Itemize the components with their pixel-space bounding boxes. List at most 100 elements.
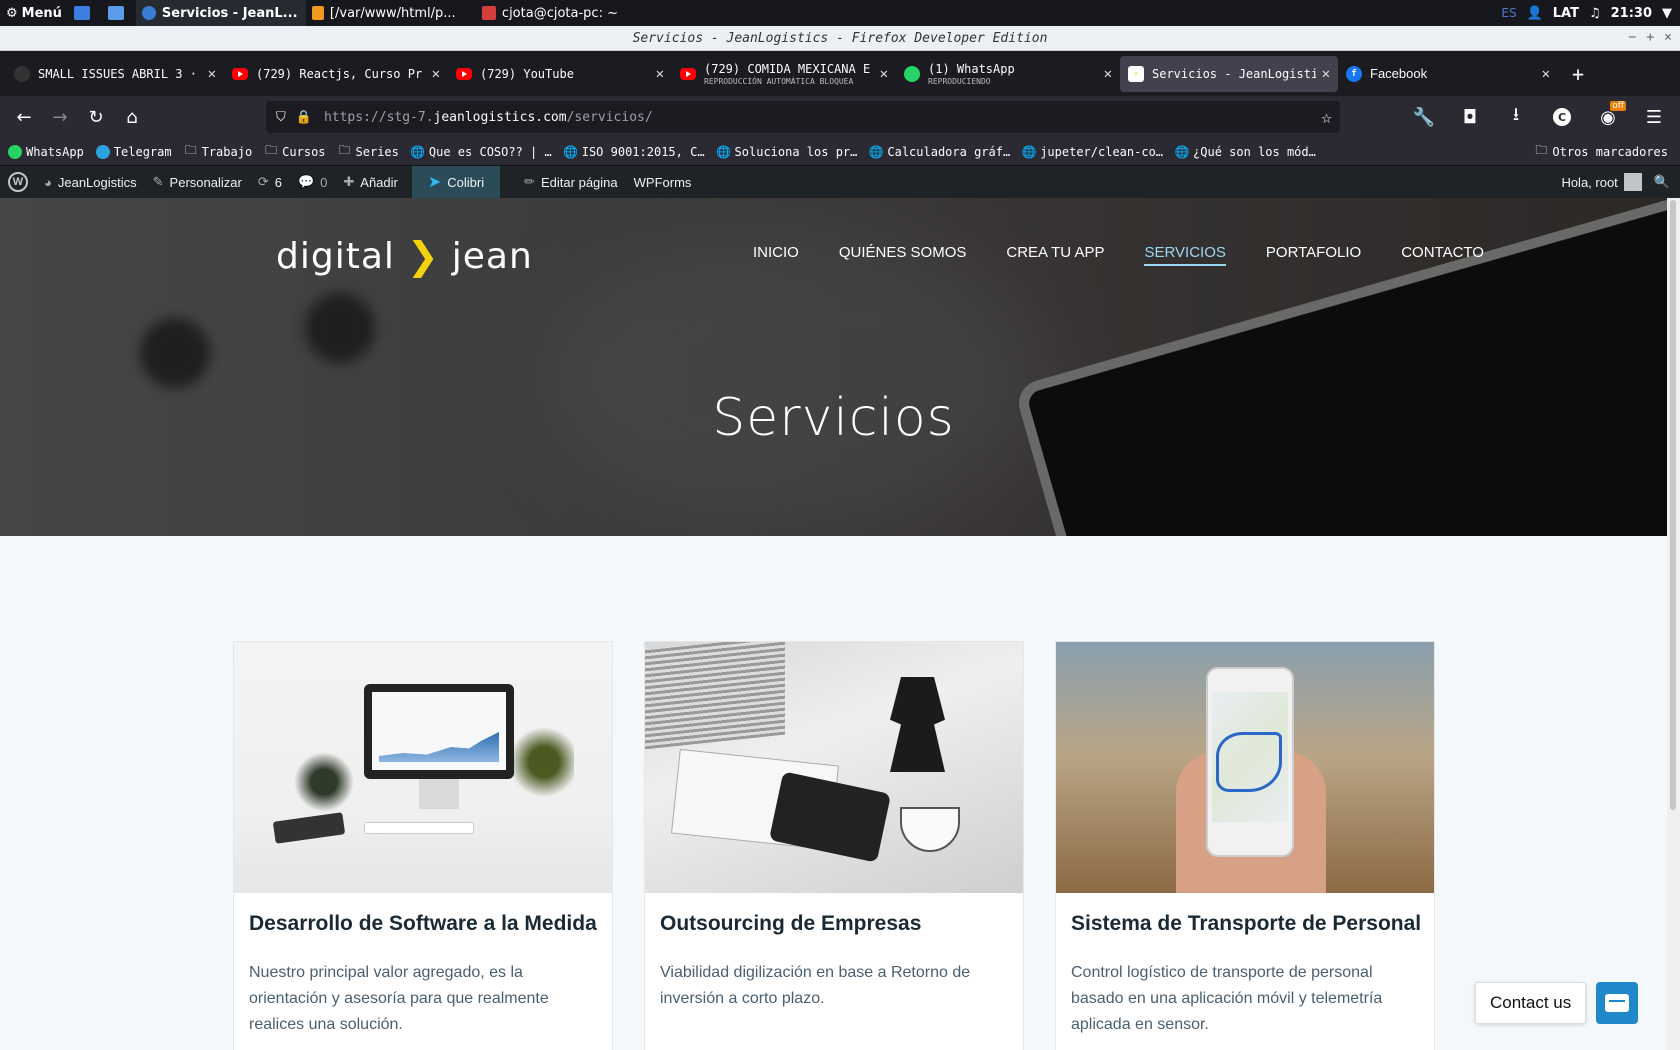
bookmark-folder-trabajo[interactable]: 🗀 Trabajo [184, 143, 253, 159]
close-tab-icon[interactable]: ✕ [1542, 66, 1550, 82]
nav-inicio[interactable]: INICIO [753, 244, 799, 266]
devtools-wrench-icon[interactable]: 🔧 [1406, 101, 1442, 133]
tab-servicios[interactable]: › Servicios - JeanLogisti ✕ [1120, 55, 1338, 92]
close-tab-icon[interactable]: ✕ [432, 66, 440, 82]
tab-youtube[interactable]: (729) YouTube ✕ [448, 56, 672, 92]
wp-search[interactable]: 🔍 [1654, 166, 1670, 198]
music-icon[interactable]: ♫ [1589, 6, 1601, 21]
contact-us-label[interactable]: Contact us [1475, 982, 1587, 1024]
wp-edit-page[interactable]: ✏ Editar página [516, 166, 626, 198]
tab-facebook[interactable]: f Facebook ✕ [1338, 56, 1558, 92]
search-icon: 🔍 [1653, 174, 1670, 189]
folder-icon [107, 6, 124, 20]
tab-text: (729) COMIDA MEXICANA E REPRODUCCIÓN AUTO… [704, 62, 874, 86]
close-tab-icon[interactable]: ✕ [208, 66, 216, 82]
tab-whatsapp[interactable]: (1) WhatsApp REPRODUCIENDO ✕ [896, 56, 1120, 92]
other-bookmarks[interactable]: 🗀 Otros marcadores [1534, 143, 1668, 159]
tab-bar: SMALL ISSUES ABRIL 3 · ✕ (729) Reactjs, … [0, 51, 1680, 96]
bookmark-modulos[interactable]: 🌐 ¿Qué son los mód… [1175, 145, 1316, 159]
bookmark-coso[interactable]: 🌐 Que es COSO?? | … [410, 145, 551, 159]
extension-icon[interactable]: ◉ off [1590, 101, 1626, 133]
tab-jira[interactable]: SMALL ISSUES ABRIL 3 · ✕ [6, 56, 224, 92]
nav-quienes-somos[interactable]: QUIÉNES SOMOS [839, 244, 967, 266]
maximize-button[interactable]: + [1646, 30, 1654, 45]
gear-icon: ⚙ [6, 5, 18, 21]
shield-icon[interactable]: ⛉ [276, 110, 286, 125]
site-logo[interactable]: digital ❯ jean [276, 234, 533, 278]
url-bar[interactable]: ⛉ 🔒 https://stg-7. jeanlogistics.com/serv… [266, 101, 1340, 133]
new-tab-button[interactable]: + [1558, 56, 1598, 92]
scrollbar-thumb[interactable] [1670, 200, 1676, 810]
customize-label: Personalizar [169, 174, 242, 190]
page-title: Servicios [712, 388, 955, 448]
service-card-transporte[interactable]: Sistema de Transporte de Personal Contro… [1055, 641, 1435, 1050]
site-name-label: JeanLogistics [57, 174, 137, 190]
user-icon[interactable]: 👤 [1527, 6, 1543, 21]
close-tab-icon[interactable]: ✕ [1322, 66, 1330, 82]
hero-section: digital ❯ jean INICIO QUIÉNES SOMOS CREA… [0, 198, 1667, 536]
close-tab-icon[interactable]: ✕ [656, 66, 664, 82]
service-card-software[interactable]: Desarrollo de Software a la Medida Nuest… [233, 641, 613, 1050]
bookmark-calculadora[interactable]: 🌐 Calculadora gráf… [869, 145, 1010, 159]
back-button[interactable]: ← [6, 101, 42, 133]
contact-widget[interactable]: Contact us [1475, 982, 1639, 1024]
card-title[interactable]: Desarrollo de Software a la Medida [249, 912, 597, 936]
colibri-bird-icon: ➤ [427, 174, 442, 191]
wp-updates[interactable]: ⟳ 6 [250, 166, 290, 198]
bookmark-telegram[interactable]: Telegram [95, 144, 172, 159]
hamburger-menu-icon[interactable]: ☰ [1636, 101, 1672, 133]
downloads-icon[interactable]: ⭳ [1498, 101, 1534, 133]
bookmark-jupeter[interactable]: 🌐 jupeter/clean-co… [1022, 145, 1163, 159]
wp-my-account[interactable]: Hola, root [1561, 166, 1642, 198]
wp-wpforms[interactable]: WPForms [626, 166, 700, 198]
close-tab-icon[interactable]: ✕ [880, 66, 888, 82]
account-icon[interactable]: C [1544, 101, 1580, 133]
tab-comida-mexicana[interactable]: (729) COMIDA MEXICANA E REPRODUCCIÓN AUTO… [672, 56, 896, 92]
coffee-maker-shape [890, 677, 945, 772]
nav-contacto[interactable]: CONTACTO [1401, 244, 1484, 266]
bookmark-iso[interactable]: 🌐 ISO 9001:2015, C… [563, 145, 704, 159]
taskbar-item-terminal[interactable]: cjota@cjota-pc: ~ [476, 0, 646, 26]
bookmark-soluciona[interactable]: 🌐 Soluciona los pr… [716, 145, 857, 159]
keyboard-layout[interactable]: LAT [1553, 6, 1579, 21]
start-menu[interactable]: ⚙ Menú [0, 0, 68, 26]
wp-colibri[interactable]: ➤ Colibri [411, 166, 501, 198]
chat-button[interactable] [1596, 982, 1639, 1024]
tablet-shape [272, 812, 346, 844]
bookmark-whatsapp[interactable]: WhatsApp [8, 144, 84, 159]
page-scrollbar[interactable] [1667, 198, 1680, 1050]
wp-customize[interactable]: ✎ Personalizar [145, 166, 250, 198]
home-button[interactable]: ⌂ [114, 101, 150, 133]
taskbar-item-editor[interactable]: [/var/www/html/p... [306, 0, 476, 26]
bookmark-folder-series[interactable]: 🗀 Series [338, 143, 399, 159]
show-desktop-button[interactable] [68, 0, 102, 26]
reload-button[interactable]: ↻ [78, 101, 114, 133]
service-card-outsourcing[interactable]: Outsourcing de Empresas Viabilidad digil… [644, 641, 1024, 1050]
nav-portafolio[interactable]: PORTAFOLIO [1266, 244, 1361, 266]
taskbar-item-firefox[interactable]: Servicios - JeanL... [135, 0, 306, 26]
pocket-icon[interactable]: ◘ [1452, 101, 1488, 133]
bookmark-folder-cursos[interactable]: 🗀 Cursos [264, 143, 325, 159]
tab-reactjs[interactable]: (729) Reactjs, Curso Pr ✕ [224, 56, 448, 92]
clock[interactable]: 21:30 [1611, 6, 1652, 21]
comments-count: 0 [320, 174, 328, 190]
wp-site-name[interactable]: ◕ JeanLogistics [36, 166, 145, 198]
card-description: Nuestro principal valor agregado, es la … [249, 964, 549, 1033]
forward-button[interactable]: → [42, 101, 78, 133]
close-window-button[interactable]: × [1664, 30, 1672, 45]
wordpress-logo[interactable]: W [0, 166, 36, 198]
tab-text: SMALL ISSUES ABRIL 3 · [38, 67, 202, 81]
file-manager-launcher[interactable] [102, 0, 136, 26]
wp-new-content[interactable]: ✚ Añadir [335, 166, 405, 198]
close-tab-icon[interactable]: ✕ [1104, 66, 1112, 82]
card-title[interactable]: Sistema de Transporte de Personal [1071, 912, 1421, 936]
wp-comments[interactable]: 💬 0 [290, 166, 335, 198]
minimize-button[interactable]: − [1629, 30, 1637, 45]
bookmark-star-icon[interactable]: ☆ [1321, 107, 1332, 128]
lock-icon[interactable]: 🔒 [296, 110, 312, 125]
card-title[interactable]: Outsourcing de Empresas [660, 912, 921, 936]
wifi-icon[interactable]: ▼ [1662, 6, 1672, 21]
nav-servicios[interactable]: SERVICIOS [1144, 244, 1226, 266]
keyboard-lang[interactable]: ES [1501, 6, 1516, 20]
nav-crea-tu-app[interactable]: CREA TU APP [1006, 244, 1104, 266]
